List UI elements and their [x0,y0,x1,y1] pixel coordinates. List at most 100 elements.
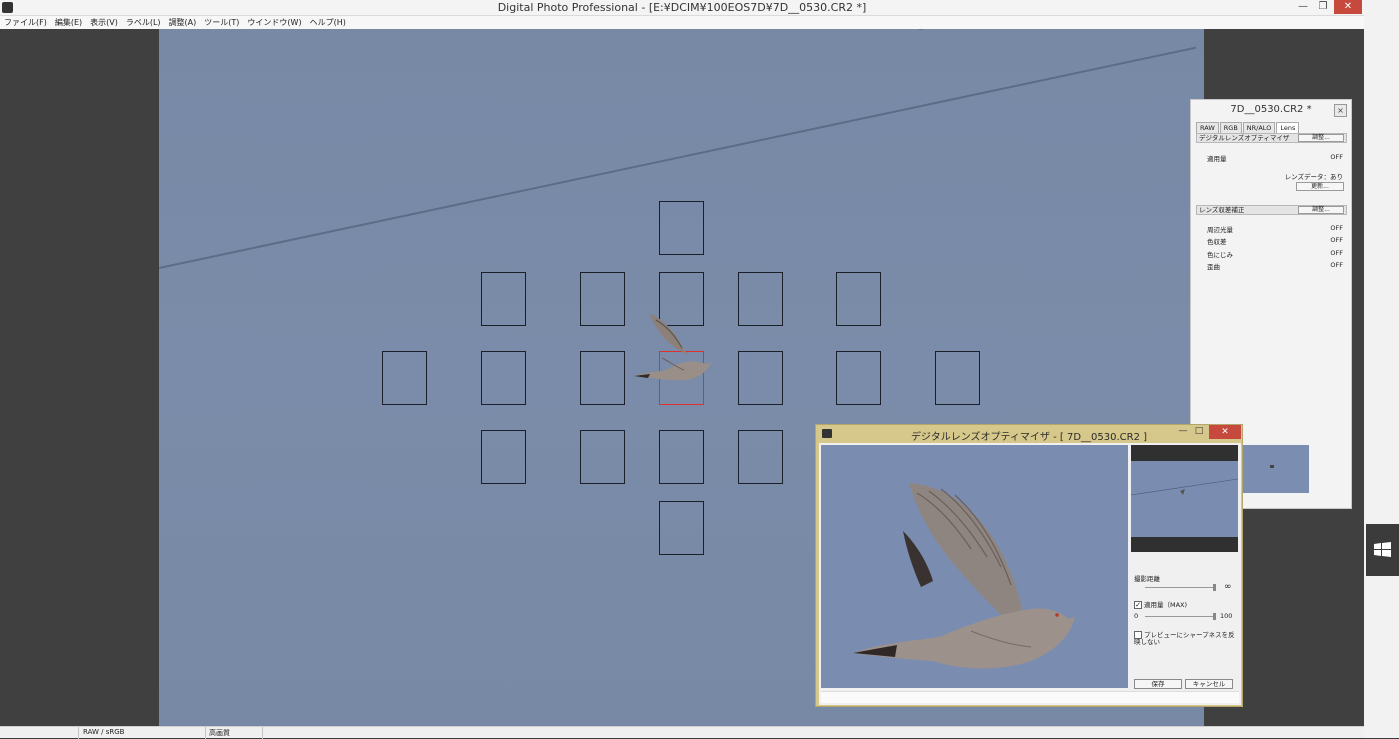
af-point [659,501,704,555]
color-space-status: RAW / sRGB [83,728,125,736]
af-point [659,201,704,255]
lens-data-status: レンズデータ：あり [1207,171,1343,181]
cancel-button[interactable]: キャンセル [1185,679,1233,689]
distance-label: 撮影距離 [1134,575,1160,583]
status-bar: RAW / sRGB 高画質 [0,726,1364,739]
status-separator [262,727,263,739]
menu-help[interactable]: ヘルプ(H) [306,16,350,29]
aberration-row: 周辺光量 OFF [1207,224,1343,234]
dlo-dialog: デジタルレンズオプティマイザ - [ 7D__0530.CR2 ] — □ ✕ [815,424,1243,707]
menu-edit[interactable]: 編集(E) [51,16,86,29]
af-point [580,430,625,484]
aberration-row: 色にじみ OFF [1207,249,1343,259]
lens-data-text: レンズデータ：あり [1284,173,1343,181]
af-point [738,430,783,484]
dlo-amount-row: 適用量 OFF [1207,153,1343,163]
close-button[interactable]: ✕ [1334,0,1362,14]
amount-slider[interactable] [1145,613,1216,620]
peripheral-illumination-value: OFF [1330,224,1343,232]
save-button[interactable]: 保存 [1134,679,1182,689]
windows-charm[interactable] [1366,524,1399,576]
aberration-row: 歪曲 OFF [1207,261,1343,271]
amount-max-label: 100 [1220,612,1233,620]
aberration-row: 色収差 OFF [1207,236,1343,246]
color-blur-value: OFF [1330,249,1343,257]
navigator-panel[interactable] [1130,445,1239,552]
af-point [836,351,881,405]
af-point [481,351,526,405]
dialog-maximize-button[interactable]: □ [1192,426,1206,438]
sharpness-label: プレビューにシャープネスを反映しない [1134,631,1235,646]
update-button[interactable]: 更新... [1296,182,1344,191]
menu-view[interactable]: 表示(V) [86,16,122,29]
bird-closeup-image [853,483,1075,669]
distance-slider-knob[interactable] [1213,584,1216,591]
tab-lens[interactable]: Lens [1276,122,1300,133]
amount-slider-knob[interactable] [1213,613,1216,620]
thumbnail-bird [1270,465,1274,468]
distortion-label: 歪曲 [1207,263,1220,271]
af-point [382,351,427,405]
dlo-section-header: デジタルレンズオプティマイザ 調整... [1196,133,1347,143]
af-point [738,351,783,405]
dialog-close-button[interactable]: ✕ [1209,425,1241,439]
status-separator [205,727,206,739]
tab-raw[interactable]: RAW [1196,122,1219,133]
menu-tools[interactable]: ツール(T) [200,16,243,29]
desktop-edge [1364,0,1399,738]
distance-slider[interactable] [1145,584,1216,591]
dlo-amount-value: OFF [1330,153,1343,161]
af-point [659,430,704,484]
navigator-thumbnail [1130,478,1239,496]
tab-rgb[interactable]: RGB [1219,122,1242,133]
chromatic-aberration-label: 色収差 [1207,238,1227,246]
palette-tabs: RAW RGB NR/ALO Lens [1196,122,1300,133]
aberration-section-label: レンズ収差補正 [1199,206,1245,214]
dlo-preview[interactable] [821,445,1128,688]
amount-checkbox[interactable]: ✓ [1134,601,1142,609]
infinity-label: ∞ [1224,582,1232,592]
minimize-button[interactable]: — [1292,0,1314,14]
windows-logo-icon [1374,542,1391,557]
color-blur-label: 色にじみ [1207,251,1233,259]
palette-title: 7D__0530.CR2 * [1230,104,1312,115]
aberration-section-header: レンズ収差補正 調整... [1196,205,1347,215]
menu-window[interactable]: ウインドウ(W) [243,16,305,29]
menu-bar: ファイル(F) 編集(E) 表示(V) ラベル(L) 調整(A) ツール(T) … [0,16,1364,29]
window-title: Digital Photo Professional - [E:¥DCIM¥10… [497,1,867,14]
af-point [580,351,625,405]
dialog-body: 撮影距離 ∞ ✓ 適用量（MAX) 0 100 プレビューにシャープネスを反映しな… [819,443,1241,705]
dlo-amount-label: 適用量 [1207,155,1227,163]
chromatic-aberration-value: OFF [1330,236,1343,244]
aberration-adjust-button[interactable]: 調整... [1298,206,1344,214]
af-point [836,272,881,326]
palette-close-button[interactable]: × [1334,104,1347,117]
amount-min-label: 0 [1134,612,1139,620]
peripheral-illumination-label: 周辺光量 [1207,226,1233,234]
power-line [919,29,1204,30]
af-point [935,351,980,405]
af-point [580,272,625,326]
maximize-button[interactable]: ❐ [1312,0,1334,14]
quality-status: 高画質 [209,729,230,737]
dlo-adjust-button[interactable]: 調整... [1298,134,1344,142]
dialog-status-bar [821,691,1239,703]
sharpness-checkbox-row[interactable]: プレビューにシャープネスを反映しない [1134,631,1240,646]
af-point [481,430,526,484]
amount-checkbox-row[interactable]: ✓ 適用量（MAX) [1134,599,1187,609]
menu-label[interactable]: ラベル(L) [122,16,165,29]
dialog-minimize-button[interactable]: — [1176,426,1190,438]
distortion-value: OFF [1330,261,1343,269]
status-separator [78,727,79,739]
palette-thumbnail[interactable] [1243,445,1309,493]
af-point [738,272,783,326]
navigator-image [1130,461,1239,537]
bird-image [634,314,712,381]
menu-adjust[interactable]: 調整(A) [165,16,201,29]
amount-label: 適用量（MAX) [1144,601,1188,609]
dlo-section-label: デジタルレンズオプティマイザ [1199,134,1290,142]
af-point [481,272,526,326]
tab-nr-alo[interactable]: NR/ALO [1242,122,1276,133]
menu-file[interactable]: ファイル(F) [0,16,51,29]
title-bar: Digital Photo Professional - [E:¥DCIM¥10… [0,0,1364,16]
